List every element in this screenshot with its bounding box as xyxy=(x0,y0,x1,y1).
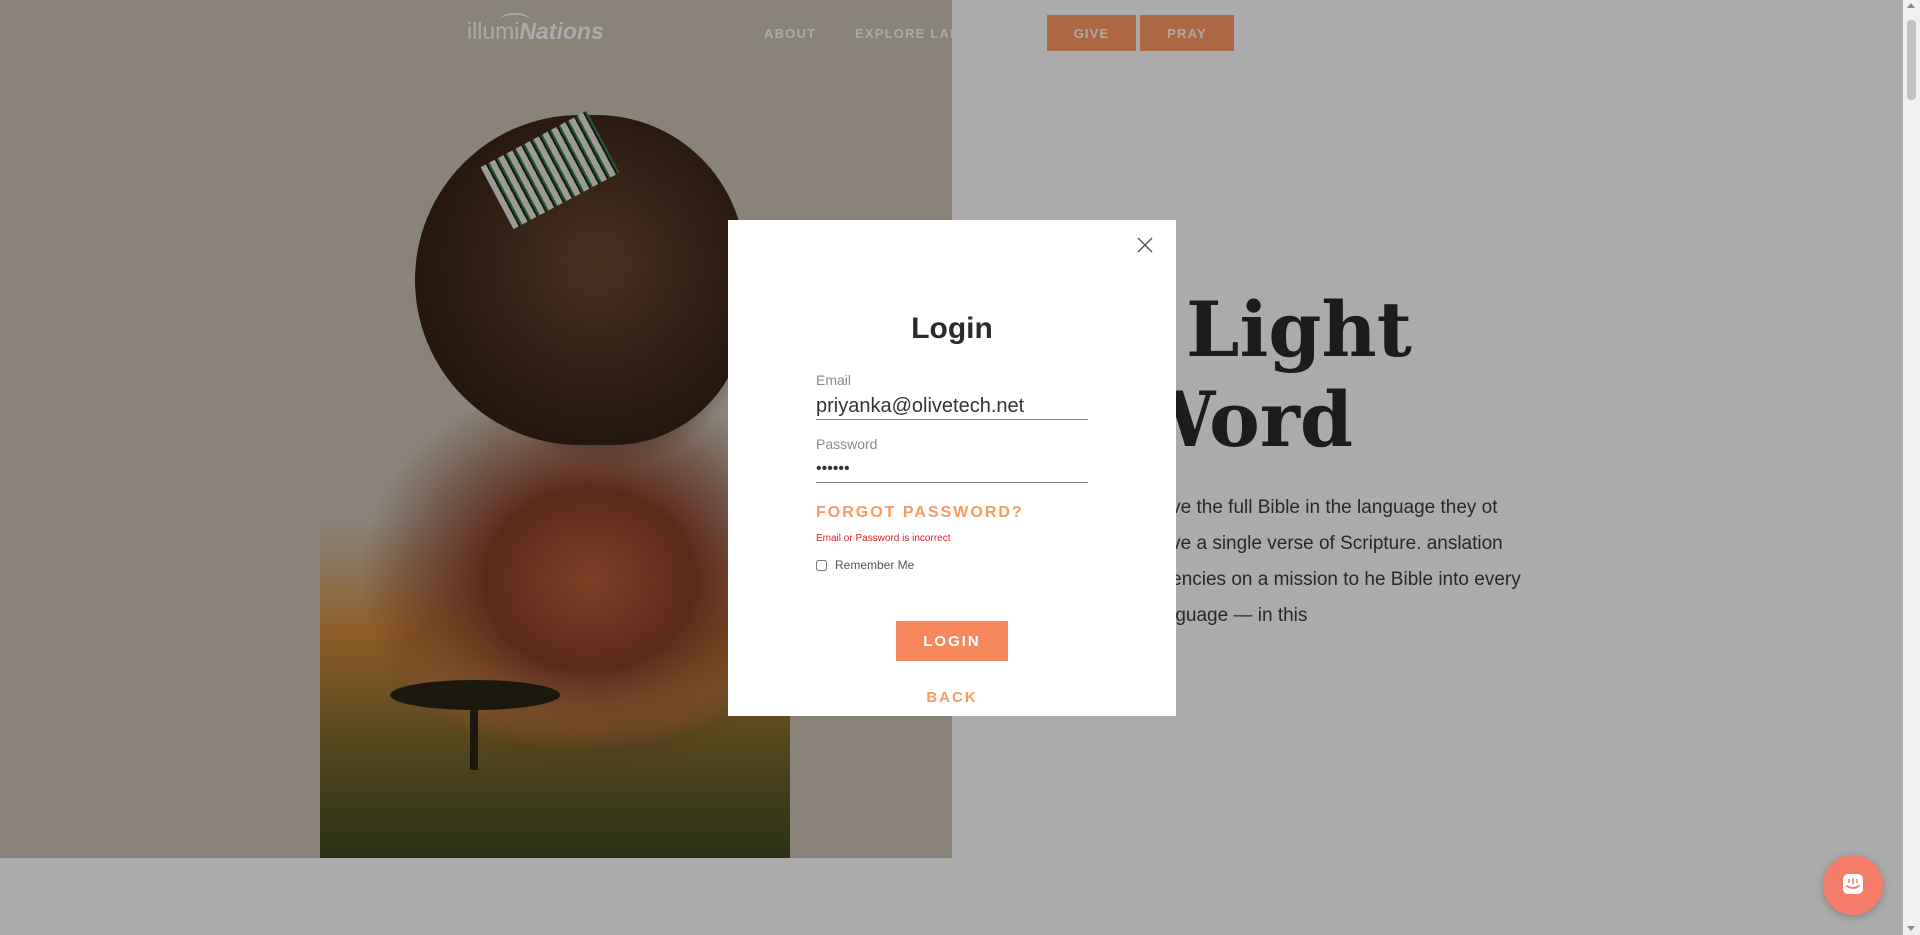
password-label: Password xyxy=(816,436,878,452)
login-modal: Login Email Password FORGOT PASSWORD? Em… xyxy=(728,220,1176,716)
back-link[interactable]: BACK xyxy=(728,689,1176,706)
remember-me-checkbox[interactable] xyxy=(816,560,827,571)
email-label: Email xyxy=(816,372,852,388)
email-field[interactable] xyxy=(816,393,1088,420)
login-title: Login xyxy=(911,312,993,345)
chat-icon xyxy=(1843,874,1863,894)
scroll-thumb[interactable] xyxy=(1907,20,1916,100)
page-scrollbar[interactable] xyxy=(1903,0,1920,935)
chat-launcher-button[interactable] xyxy=(1823,855,1883,915)
forgot-password-link[interactable]: FORGOT PASSWORD? xyxy=(816,504,1024,522)
remember-me-label[interactable]: Remember Me xyxy=(835,558,914,572)
password-field[interactable] xyxy=(816,456,1088,483)
scroll-down-arrow-icon[interactable] xyxy=(1907,926,1915,931)
page: Light Word have the full Bible in the la… xyxy=(0,0,1903,935)
scroll-up-arrow-icon[interactable] xyxy=(1907,3,1915,8)
close-icon[interactable] xyxy=(1137,237,1153,253)
login-button[interactable]: LOGIN xyxy=(896,621,1008,661)
login-error-message: Email or Password is incorrect xyxy=(816,533,951,544)
